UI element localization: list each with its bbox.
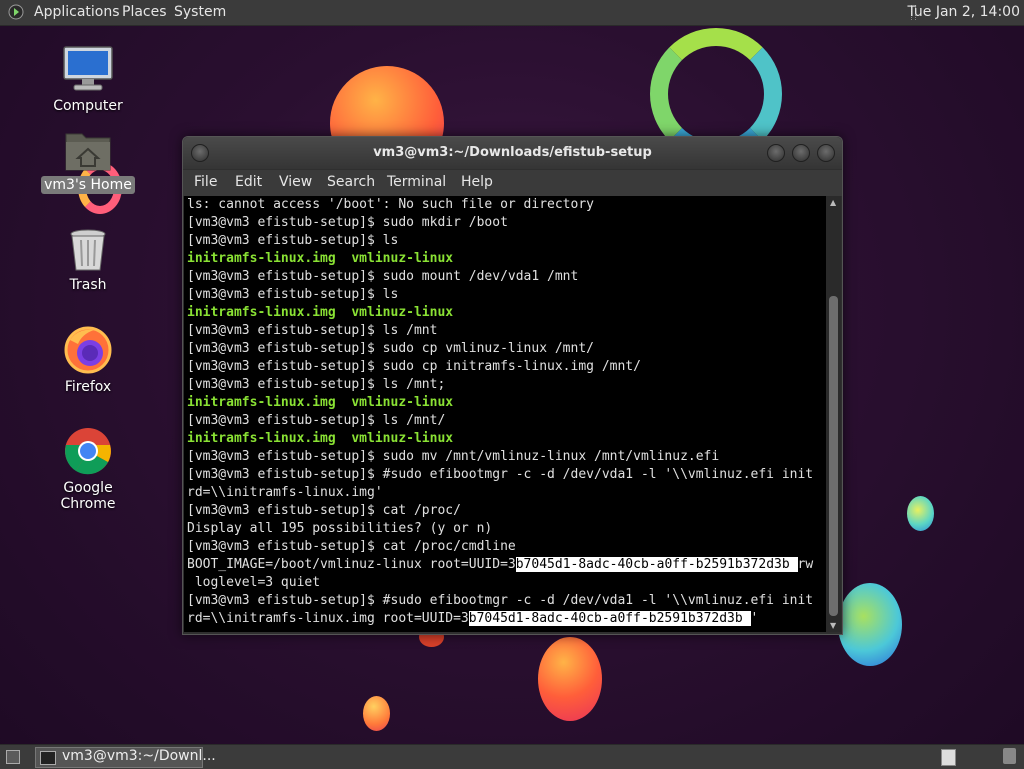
window-title: vm3@vm3:~/Downloads/efistub-setup	[373, 145, 652, 160]
selected-uuid: b7045d1-8adc-40cb-a0ff-b2591b372d3b	[468, 611, 751, 626]
scroll-down-arrow-icon[interactable]: ▼	[830, 621, 836, 630]
terminal-line: [vm3@vm3 efistub-setup]$ ls /mnt	[187, 323, 438, 338]
selected-uuid: b7045d1-8adc-40cb-a0ff-b2591b372d3b	[515, 557, 798, 572]
terminal-output[interactable]: ls: cannot access '/boot': No such file …	[184, 196, 826, 632]
desktop-icon-home[interactable]: vm3's Home	[38, 128, 138, 194]
scrollbar-thumb[interactable]	[829, 296, 838, 616]
applications-menu[interactable]: Applications	[34, 4, 120, 20]
desktop-icon-computer[interactable]: Computer	[38, 45, 138, 115]
workspace-switcher[interactable]	[941, 749, 956, 766]
chrome-icon	[65, 428, 111, 475]
minimize-button[interactable]	[767, 144, 785, 162]
desktop-icon-label: vm3's Home	[41, 176, 135, 194]
terminal-icon	[40, 751, 56, 765]
terminal-line: [vm3@vm3 efistub-setup]$ sudo cp initram…	[187, 359, 641, 374]
terminal-line: [vm3@vm3 efistub-setup]$ #sudo efibootmg…	[187, 593, 814, 608]
computer-icon	[63, 46, 113, 91]
terminal-line: [vm3@vm3 efistub-setup]$ cat /proc/cmdli…	[187, 539, 516, 554]
terminal-line: Display all 195 possibilities? (y or n)	[187, 521, 493, 536]
system-menu[interactable]: System	[174, 4, 226, 20]
terminal-line: [vm3@vm3 efistub-setup]$ ls	[187, 233, 399, 248]
desktop-icon-label: Trash	[69, 277, 107, 293]
menu-search[interactable]: Search	[327, 174, 375, 190]
bottom-panel: vm3@vm3:~/Downl...	[0, 744, 1024, 769]
terminal-line: [vm3@vm3 efistub-setup]$ sudo mount /dev…	[187, 269, 579, 284]
terminal-line: ls: cannot access '/boot': No such file …	[187, 197, 594, 212]
terminal-line: [vm3@vm3 efistub-setup]$ ls /mnt;	[187, 377, 446, 392]
taskbar-button-label: vm3@vm3:~/Downl...	[62, 748, 216, 764]
terminal-line: [vm3@vm3 efistub-setup]$ sudo mv /mnt/vm…	[187, 449, 720, 464]
terminal-line: [vm3@vm3 efistub-setup]$ sudo mkdir /boo…	[187, 215, 508, 230]
taskbar-terminal-button[interactable]: vm3@vm3:~/Downl...	[35, 747, 216, 768]
window-titlebar[interactable]: vm3@vm3:~/Downloads/efistub-setup	[183, 137, 842, 169]
desktop-icon-label: Firefox	[64, 379, 112, 395]
terminal-line: initramfs-linux.img vmlinuz-linux	[187, 395, 454, 410]
terminal-line: [vm3@vm3 efistub-setup]$ ls /mnt/	[187, 413, 446, 428]
wallpaper-pink-oval	[538, 637, 602, 721]
menu-file[interactable]: File	[194, 174, 217, 190]
home-folder-icon	[65, 133, 111, 171]
terminal-line: initramfs-linux.img vmlinuz-linux	[187, 251, 454, 266]
desktop-icon-trash[interactable]: Trash	[38, 228, 138, 294]
menu-view[interactable]: View	[279, 174, 312, 190]
trash-applet-icon[interactable]	[1003, 748, 1016, 764]
desktop-icon-label: Google Chrome	[60, 480, 116, 512]
firefox-icon	[64, 326, 112, 374]
terminal-line: rd=\\initramfs-linux.img root=UUID=3b704…	[184, 610, 826, 628]
terminal-line-text: rd=\\initramfs-linux.img root=UUID=3	[187, 611, 469, 626]
terminal-line: loglevel=3 quiet	[187, 575, 321, 590]
menu-edit[interactable]: Edit	[235, 174, 262, 190]
terminal-line: initramfs-linux.img vmlinuz-linux	[187, 305, 454, 320]
desktop-icon-firefox[interactable]: Firefox	[38, 326, 138, 396]
terminal-window: vm3@vm3:~/Downloads/efistub-setup File E…	[182, 136, 843, 635]
terminal-line-text: BOOT_IMAGE=/boot/vmlinuz-linux root=UUID…	[187, 557, 516, 572]
terminal-line: rd=\\initramfs-linux.img'	[187, 485, 383, 500]
gnome-foot-icon[interactable]	[8, 4, 24, 20]
menu-help[interactable]: Help	[461, 174, 493, 190]
terminal-line: [vm3@vm3 efistub-setup]$ #sudo efibootmg…	[187, 467, 814, 482]
terminal-line: [vm3@vm3 efistub-setup]$ sudo cp vmlinuz…	[187, 341, 594, 356]
clock[interactable]: Tue Jan 2, 14:00	[907, 4, 1020, 20]
menu-terminal[interactable]: Terminal	[387, 174, 446, 190]
show-desktop-icon[interactable]	[6, 750, 20, 764]
trash-icon	[70, 229, 106, 271]
terminal-menubar: File Edit View Search Terminal Help	[183, 170, 842, 196]
terminal-line: initramfs-linux.img vmlinuz-linux	[187, 431, 454, 446]
wallpaper-large-oval	[838, 583, 902, 666]
wallpaper-blue-oval	[907, 496, 934, 531]
scroll-up-arrow-icon[interactable]: ▲	[830, 198, 836, 207]
places-menu[interactable]: Places	[122, 4, 167, 20]
terminal-line-tail: rw	[797, 557, 814, 572]
terminal-scrollbar[interactable]: ▲ ▼	[826, 196, 841, 632]
desktop-icon-label: Computer	[53, 98, 123, 114]
wallpaper-small-orange-oval	[363, 696, 390, 731]
desktop-icon-chrome[interactable]: Google Chrome	[38, 427, 138, 513]
terminal-line: [vm3@vm3 efistub-setup]$ cat /proc/	[187, 503, 461, 518]
maximize-button[interactable]	[792, 144, 810, 162]
terminal-line-tail: '	[750, 611, 759, 626]
terminal-line: [vm3@vm3 efistub-setup]$ ls	[187, 287, 399, 302]
top-panel: Applications Places System Tue Jan 2, 14…	[0, 0, 1024, 26]
terminal-line: BOOT_IMAGE=/boot/vmlinuz-linux root=UUID…	[184, 556, 826, 574]
close-button[interactable]	[817, 144, 835, 162]
